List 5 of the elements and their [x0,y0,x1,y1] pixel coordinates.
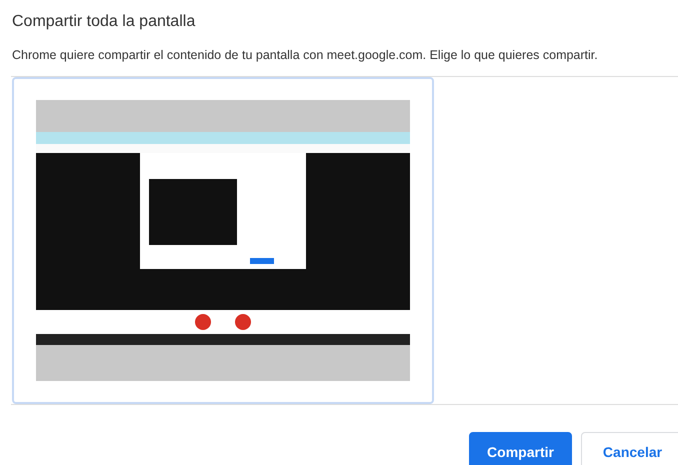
cancel-button[interactable]: Cancelar [581,432,678,465]
dialog-title: Compartir toda la pantalla [12,12,196,32]
screen-option[interactable] [12,77,434,404]
dialog-description: Chrome quiere compartir el contenido de tu pantalla con meet.google.com. Elige lo que quieres compartir. [12,47,598,64]
share-button[interactable]: Compartir [469,432,572,465]
